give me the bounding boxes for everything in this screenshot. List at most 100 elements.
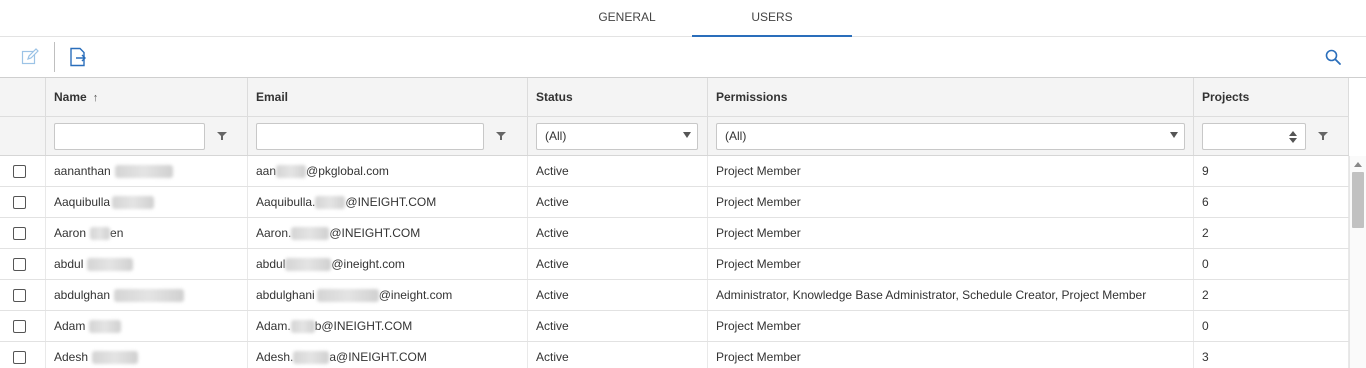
search-icon xyxy=(1325,49,1341,65)
status-cell: Active xyxy=(528,249,708,279)
table-row[interactable]: Adam Adam. b@INEIGHT.COM Active Project M… xyxy=(0,311,1349,342)
projects-filter-button[interactable] xyxy=(1316,129,1330,143)
table-row[interactable]: abdul abdul @ineight.com Active Project M… xyxy=(0,249,1349,280)
redacted-text xyxy=(285,258,332,272)
row-checkbox[interactable] xyxy=(13,289,26,302)
name-cell: Adesh xyxy=(46,342,248,368)
name-filter-button[interactable] xyxy=(215,129,229,143)
chevron-down-icon xyxy=(1170,132,1178,138)
email-suffix: b@INEIGHT.COM xyxy=(314,319,413,333)
row-checkbox[interactable] xyxy=(13,165,26,178)
status-filter-value: (All) xyxy=(545,129,567,143)
redacted-text xyxy=(112,196,155,210)
status-cell: Active xyxy=(528,342,708,368)
projects-filter-stepper[interactable] xyxy=(1202,123,1306,150)
redacted-text xyxy=(114,289,185,303)
user-name: abdulghan xyxy=(54,288,111,302)
email-prefix: abdul xyxy=(256,257,286,271)
permissions-filter-select[interactable]: (All) xyxy=(716,123,1185,150)
redacted-text xyxy=(90,227,111,241)
email-suffix: a@INEIGHT.COM xyxy=(329,350,427,364)
name-filter-input[interactable] xyxy=(54,123,205,150)
tab-general[interactable]: GENERAL xyxy=(562,0,692,37)
permissions-cell: Project Member xyxy=(708,187,1194,217)
email-prefix: Adesh. xyxy=(256,350,294,364)
export-icon xyxy=(70,47,86,67)
email-cell: Adesh. a@INEIGHT.COM xyxy=(248,342,528,368)
header-projects[interactable]: Projects xyxy=(1194,78,1349,116)
row-checkbox[interactable] xyxy=(13,196,26,209)
row-checkbox[interactable] xyxy=(13,227,26,240)
email-filter-input[interactable] xyxy=(256,123,484,150)
filter-status-cell: (All) xyxy=(528,117,708,155)
edit-button[interactable] xyxy=(19,46,41,68)
chevron-down-icon xyxy=(683,132,691,138)
status-filter-select[interactable]: (All) xyxy=(536,123,698,150)
filter-email-cell xyxy=(248,117,528,155)
email-cell: aan @pkglobal.com xyxy=(248,156,528,186)
email-filter-button[interactable] xyxy=(494,129,508,143)
projects-cell: 2 xyxy=(1194,280,1349,310)
export-button[interactable] xyxy=(67,46,89,68)
redacted-text xyxy=(290,320,315,334)
email-prefix: Adam. xyxy=(256,319,291,333)
stepper-icon[interactable] xyxy=(1289,130,1297,144)
email-prefix: Aaron. xyxy=(256,226,292,240)
table-row[interactable]: abdulghan abdulghani @ineight.com Active … xyxy=(0,280,1349,311)
status-cell: Active xyxy=(528,311,708,341)
user-name: abdul xyxy=(54,257,84,271)
redacted-text xyxy=(87,258,134,272)
filter-icon xyxy=(1318,132,1328,140)
header-status[interactable]: Status xyxy=(528,78,708,116)
permissions-cell: Project Member xyxy=(708,218,1194,248)
user-name: Adesh xyxy=(54,350,89,364)
scroll-up-icon[interactable] xyxy=(1354,162,1362,167)
table-row[interactable]: Aaron en Aaron. @INEIGHT.COM Active Projec… xyxy=(0,218,1349,249)
vertical-scrollbar[interactable] xyxy=(1349,156,1366,368)
status-cell: Active xyxy=(528,156,708,186)
status-cell: Active xyxy=(528,218,708,248)
header-name[interactable]: Name ↑ xyxy=(46,78,248,116)
redacted-text xyxy=(291,227,330,241)
user-name: Adam xyxy=(54,319,86,333)
status-cell: Active xyxy=(528,187,708,217)
row-checkbox[interactable] xyxy=(13,351,26,364)
table-row[interactable]: Adesh Adesh. a@INEIGHT.COM Active Project… xyxy=(0,342,1349,368)
scrollbar-thumb[interactable] xyxy=(1352,172,1364,228)
tab-users[interactable]: USERS xyxy=(692,0,852,37)
name-cell: abdulghan xyxy=(46,280,248,310)
users-grid: Name ↑ Email Status Permissions Projects … xyxy=(0,77,1366,368)
header-name-label: Name xyxy=(54,90,87,104)
row-select-cell xyxy=(0,311,46,341)
table-row[interactable]: Aaquibulla Aaquibulla. @INEIGHT.COM Activ… xyxy=(0,187,1349,218)
email-cell: abdulghani @ineight.com xyxy=(248,280,528,310)
filter-name-cell xyxy=(46,117,248,155)
header-email[interactable]: Email xyxy=(248,78,528,116)
projects-cell: 0 xyxy=(1194,249,1349,279)
row-select-cell xyxy=(0,156,46,186)
tab-bar: GENERAL USERS xyxy=(0,0,1366,37)
redacted-text xyxy=(114,165,173,179)
row-checkbox[interactable] xyxy=(13,258,26,271)
email-suffix: @INEIGHT.COM xyxy=(345,195,437,209)
email-suffix: @INEIGHT.COM xyxy=(329,226,421,240)
filter-projects-cell xyxy=(1194,117,1349,155)
permissions-cell: Project Member xyxy=(708,249,1194,279)
header-permissions[interactable]: Permissions xyxy=(708,78,1194,116)
name-cell: abdul xyxy=(46,249,248,279)
search-button[interactable] xyxy=(1322,46,1344,68)
email-prefix: aan xyxy=(256,164,277,178)
filter-select-cell xyxy=(0,117,46,155)
table-row[interactable]: aananthan aan @pkglobal.com Active Projec… xyxy=(0,156,1349,187)
filter-permissions-cell: (All) xyxy=(708,117,1194,155)
filter-row: (All) (All) xyxy=(0,117,1349,156)
permissions-cell: Project Member xyxy=(708,156,1194,186)
email-cell: Aaron. @INEIGHT.COM xyxy=(248,218,528,248)
row-select-cell xyxy=(0,218,46,248)
user-name-tail: en xyxy=(110,226,124,240)
email-cell: Aaquibulla. @INEIGHT.COM xyxy=(248,187,528,217)
redacted-text xyxy=(92,351,139,365)
filter-icon xyxy=(496,132,506,140)
sort-asc-icon: ↑ xyxy=(92,92,99,104)
row-checkbox[interactable] xyxy=(13,320,26,333)
